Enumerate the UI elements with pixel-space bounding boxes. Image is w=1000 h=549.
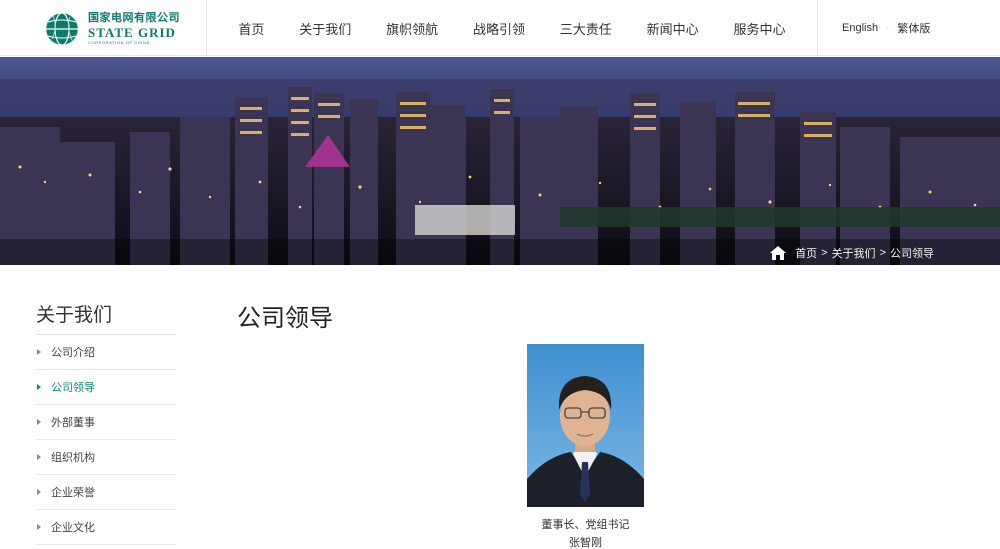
leader-position: 董事长、党组书记 xyxy=(541,519,630,531)
leader-portrait[interactable] xyxy=(527,344,644,507)
nav-item-flag[interactable]: 旗帜领航 xyxy=(386,19,438,38)
page-title: 公司领导 xyxy=(237,305,333,332)
header-divider xyxy=(817,0,818,56)
logo-subtitle: CORPORATION OF CHINA xyxy=(88,40,150,45)
caret-right-icon xyxy=(37,489,41,495)
logo-english-name: State Grid xyxy=(88,25,176,40)
caret-right-icon xyxy=(37,349,41,355)
breadcrumb-separator: > xyxy=(821,247,828,259)
lang-english-link[interactable]: English xyxy=(842,22,878,34)
city-skyline-image xyxy=(0,57,1000,265)
sidebar-title: 关于我们 xyxy=(36,300,176,335)
home-icon[interactable] xyxy=(770,246,787,260)
sidebar-item-label: 外部董事 xyxy=(51,417,95,429)
nav-item-news[interactable]: 新闻中心 xyxy=(647,19,699,38)
breadcrumb: 首页 > 关于我们 > 公司领导 xyxy=(770,245,934,261)
breadcrumb-home[interactable]: 首页 xyxy=(795,245,817,261)
nav-item-responsibility[interactable]: 三大责任 xyxy=(560,19,612,38)
breadcrumb-about[interactable]: 关于我们 xyxy=(832,245,876,261)
sidebar-item-label: 公司领导 xyxy=(51,382,95,394)
nav-item-strategy[interactable]: 战略引领 xyxy=(473,19,525,38)
logo[interactable]: 国家电网有限公司 State Grid CORPORATION OF CHINA xyxy=(44,10,204,48)
leader-card: 董事长、党组书记 张智刚 xyxy=(527,344,644,549)
caret-right-icon xyxy=(37,524,41,530)
site-header: 国家电网有限公司 State Grid CORPORATION OF CHINA… xyxy=(0,0,1000,56)
sidebar-item-label: 企业文化 xyxy=(51,522,95,534)
sidebar-item-label: 组织机构 xyxy=(51,452,95,464)
lang-traditional-link[interactable]: 繁体版 xyxy=(897,20,930,36)
state-grid-globe-icon xyxy=(45,12,79,46)
caret-right-icon xyxy=(37,454,41,460)
sidebar-item-leadership[interactable]: 公司领导 xyxy=(36,370,176,405)
logo-chinese-name: 国家电网有限公司 xyxy=(88,12,180,24)
caret-right-icon xyxy=(37,419,41,425)
city-night-banner xyxy=(0,57,1000,265)
sidebar: 关于我们 公司介绍 公司领导 外部董事 组织机构 企业荣誉 企业文化 xyxy=(36,300,176,545)
sidebar-item-label: 公司介绍 xyxy=(51,347,95,359)
sidebar-item-culture[interactable]: 企业文化 xyxy=(36,510,176,545)
sidebar-item-external-directors[interactable]: 外部董事 xyxy=(36,405,176,440)
sidebar-item-company-intro[interactable]: 公司介绍 xyxy=(36,335,176,370)
sidebar-item-label: 企业荣誉 xyxy=(51,487,95,499)
breadcrumb-current[interactable]: 公司领导 xyxy=(890,245,934,261)
language-switcher: English · 繁体版 xyxy=(842,0,930,56)
sidebar-item-honors[interactable]: 企业荣誉 xyxy=(36,475,176,510)
nav-item-home[interactable]: 首页 xyxy=(238,19,264,38)
breadcrumb-separator: > xyxy=(879,247,886,259)
nav-item-service[interactable]: 服务中心 xyxy=(733,19,785,38)
leader-name[interactable]: 张智刚 xyxy=(527,534,644,549)
lang-separator: · xyxy=(886,22,890,34)
main-nav: 首页 关于我们 旗帜领航 战略引领 三大责任 新闻中心 服务中心 xyxy=(207,0,817,56)
nav-item-about[interactable]: 关于我们 xyxy=(299,19,351,38)
sidebar-item-organization[interactable]: 组织机构 xyxy=(36,440,176,475)
caret-right-icon xyxy=(37,384,41,390)
